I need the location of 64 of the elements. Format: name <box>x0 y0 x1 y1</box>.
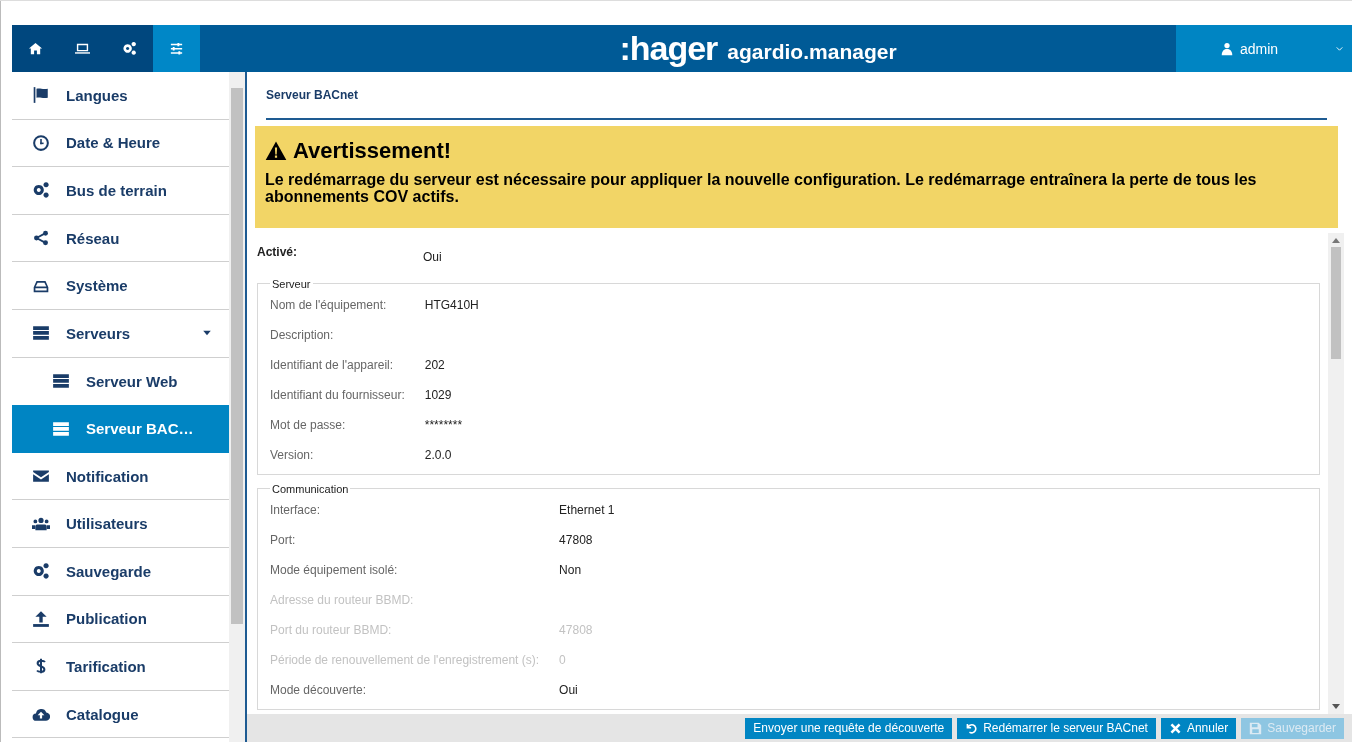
field-label: Version: <box>270 446 315 464</box>
server-icon <box>52 419 70 438</box>
field-label: Nom de l'équipement: <box>270 296 388 314</box>
sidebar-subitem[interactable]: Serveur BAC… <box>12 405 229 453</box>
field-label: Période de renouvellement de l'enregistrement (s): <box>270 651 540 669</box>
field-value: 2.0.0 <box>424 447 452 462</box>
user-menu[interactable]: admin <box>1176 25 1352 72</box>
undo-icon <box>965 721 979 735</box>
sidebar-subitem[interactable]: Serveur Web <box>12 357 229 406</box>
field-value: 47808 <box>559 622 593 637</box>
clock-icon <box>32 133 50 152</box>
server-icon <box>52 372 70 391</box>
field-value: 0 <box>559 652 566 667</box>
close-icon <box>1168 721 1182 735</box>
gears-icon <box>32 181 50 200</box>
gears-icon <box>32 562 50 581</box>
warning-message: Le redémarrage du serveur est nécessaire pour appliquer la nouvelle configuration. Le redémarrage entraînera la perte de tous les abonnements COV actifs. <box>265 172 1258 206</box>
field-label: Mode équipement isolé: <box>270 561 399 579</box>
field-label: Port: <box>270 531 297 549</box>
field-label: Adresse du routeur BBMD: <box>270 591 415 609</box>
warning-title: Avertissement! <box>293 138 452 164</box>
upload-icon <box>32 609 50 628</box>
field-value: 202 <box>424 357 445 372</box>
field-value: Oui <box>559 682 578 697</box>
scroll-down-icon[interactable] <box>1332 704 1340 709</box>
field-value: 47808 <box>559 532 593 547</box>
flag-icon <box>32 86 50 105</box>
action-button[interactable]: Envoyer une requête de découverte <box>745 717 953 739</box>
laptop-icon <box>75 41 90 56</box>
field-value: HTG410H <box>424 297 479 312</box>
scroll-thumb[interactable] <box>231 88 243 624</box>
save-icon <box>1249 721 1263 735</box>
action-button[interactable]: Redémarrer le serveur BACnet <box>957 717 1156 739</box>
field-label: Identifiant du fournisseur: <box>270 386 405 404</box>
field-label: Port du routeur BBMD: <box>270 621 393 639</box>
page-tab[interactable]: Serveur BACnet <box>266 88 359 102</box>
field-value: Oui <box>423 248 442 264</box>
field-value: Ethernet 1 <box>559 502 615 517</box>
scroll-up-icon[interactable] <box>1332 237 1340 243</box>
scrollbar[interactable] <box>1328 232 1344 714</box>
warning-icon <box>265 140 287 162</box>
product-name: agardio.manager <box>727 38 897 64</box>
sliders-icon <box>169 41 184 56</box>
scroll-thumb[interactable] <box>1331 246 1341 359</box>
action-button[interactable]: Annuler <box>1160 717 1237 739</box>
group-legend: Serveur <box>270 277 313 290</box>
field-label: Identifiant de l'appareil: <box>270 356 395 374</box>
user-icon <box>1220 41 1234 56</box>
group-legend: Communication <box>270 482 351 495</box>
field-value: ******** <box>424 417 463 432</box>
share-icon <box>32 229 50 248</box>
field-label: Activé: <box>257 244 298 261</box>
chevron-down-icon <box>1335 44 1344 53</box>
field-label: Interface: <box>270 501 322 519</box>
field-value: 1029 <box>424 387 452 402</box>
field-value: Non <box>559 562 582 577</box>
home-icon <box>28 41 43 56</box>
field-label: Description: <box>270 326 335 344</box>
field-label: Mot de passe: <box>270 416 347 434</box>
server-icon <box>32 324 50 343</box>
field-label: Mode découverte: <box>270 681 368 699</box>
gears-icon <box>122 41 137 56</box>
logo: :hager <box>619 29 718 68</box>
scrollbar[interactable] <box>229 72 245 742</box>
